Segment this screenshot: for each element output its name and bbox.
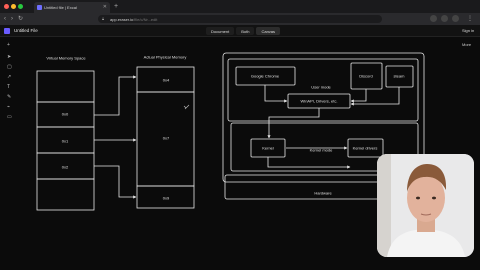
- physical-label: 0x7: [162, 135, 170, 141]
- eraser-logo-icon[interactable]: [4, 28, 10, 34]
- minimize-window-icon[interactable]: [11, 4, 16, 9]
- virtual-memory-block: [36, 178, 95, 211]
- tool-rail: + ➤ ▢ ↗ T ✎ ⌁ ▭: [5, 40, 15, 130]
- eraser-favicon-icon: [37, 5, 42, 10]
- kernel-mode-label: Kernel mode: [309, 147, 333, 153]
- mode-canvas-button[interactable]: Canvas: [256, 27, 281, 35]
- extension-icon[interactable]: [441, 15, 448, 22]
- url-path: /file/c/Nr...edit: [133, 17, 158, 22]
- view-mode-switch: Document Both Canvas: [206, 27, 281, 35]
- mode-document-button[interactable]: Document: [206, 27, 235, 35]
- select-tool-icon[interactable]: ➤: [7, 54, 11, 60]
- browser-tab-bar: Untitled file | Excal ✕ +: [0, 0, 480, 13]
- address-bar[interactable]: 🔒︎ app.eraser.io/file/c/Nr...edit: [98, 15, 382, 23]
- forward-icon[interactable]: ›: [11, 15, 13, 23]
- user-mode-label: User mode: [311, 84, 331, 90]
- sticky-note-tool-icon[interactable]: ▭: [7, 114, 12, 120]
- back-icon[interactable]: ‹: [4, 15, 6, 23]
- mapping-arrow: [94, 165, 137, 199]
- lock-icon: 🔒︎: [102, 16, 105, 21]
- profile-avatar[interactable]: [452, 15, 459, 22]
- new-tab-icon[interactable]: +: [114, 3, 118, 10]
- reload-icon[interactable]: ↻: [18, 15, 23, 23]
- highlighter-tool-icon[interactable]: ⌁: [7, 104, 10, 110]
- winapi-label: WinAPI, Drivers, etc.: [300, 98, 338, 104]
- presenter-video-image: [377, 154, 474, 257]
- kernel-to-hardware-arrow: [267, 157, 351, 169]
- browser-menu-icon[interactable]: ⋮: [467, 15, 473, 23]
- virtual-label: 0x1: [61, 138, 69, 144]
- physical-label: 0x9: [162, 195, 170, 201]
- chrome-to-winapi-arrow: [264, 85, 288, 103]
- webcam-overlay: [377, 154, 474, 257]
- app-header: Untitled File Document Both Canvas Sign …: [0, 25, 480, 37]
- virtual-memory-title: Virtual Memory Space: [46, 55, 86, 61]
- user-mode-box: [227, 58, 419, 122]
- tab-title: Untitled file | Excal: [44, 5, 77, 10]
- extension-icon[interactable]: [430, 15, 437, 22]
- pointer-cursor-icon: [183, 104, 190, 110]
- browser-tab[interactable]: Untitled file | Excal ✕: [34, 2, 110, 13]
- file-title[interactable]: Untitled File: [14, 28, 38, 33]
- text-tool-icon[interactable]: T: [7, 84, 10, 90]
- mode-both-button[interactable]: Both: [236, 27, 255, 35]
- kernel-label: Kernel: [262, 145, 274, 151]
- steam-to-winapi-arrow: [350, 87, 400, 106]
- steam-label: steam: [393, 73, 405, 79]
- physical-label: 0x4: [162, 77, 170, 83]
- chrome-label: Google Chrome: [250, 73, 280, 79]
- close-window-icon[interactable]: [4, 4, 9, 9]
- add-icon[interactable]: +: [7, 42, 10, 48]
- hardware-label: Hardware: [314, 190, 332, 196]
- pen-tool-icon[interactable]: ✎: [7, 94, 11, 100]
- discord-label: Discord: [359, 73, 373, 79]
- arrow-tool-icon[interactable]: ↗: [7, 74, 11, 80]
- rectangle-tool-icon[interactable]: ▢: [7, 64, 12, 70]
- kernel-drivers-label: Kernel drivers: [352, 145, 378, 151]
- sign-in-button[interactable]: Sign in: [462, 28, 474, 33]
- virtual-label: 0x2: [61, 164, 69, 170]
- browser-toolbar: ‹ › ↻ 🔒︎ app.eraser.io/file/c/Nr...edit …: [0, 13, 480, 25]
- mapping-arrow: [94, 75, 137, 116]
- virtual-label: 0x0: [61, 111, 69, 117]
- virtual-memory-block: [36, 70, 95, 103]
- tab-close-icon[interactable]: ✕: [103, 4, 107, 10]
- discord-to-winapi-arrow: [350, 89, 367, 103]
- url-host: app.eraser.io: [110, 17, 134, 22]
- physical-memory-title: Actual Physical Memory: [143, 54, 187, 60]
- maximize-window-icon[interactable]: [18, 4, 23, 9]
